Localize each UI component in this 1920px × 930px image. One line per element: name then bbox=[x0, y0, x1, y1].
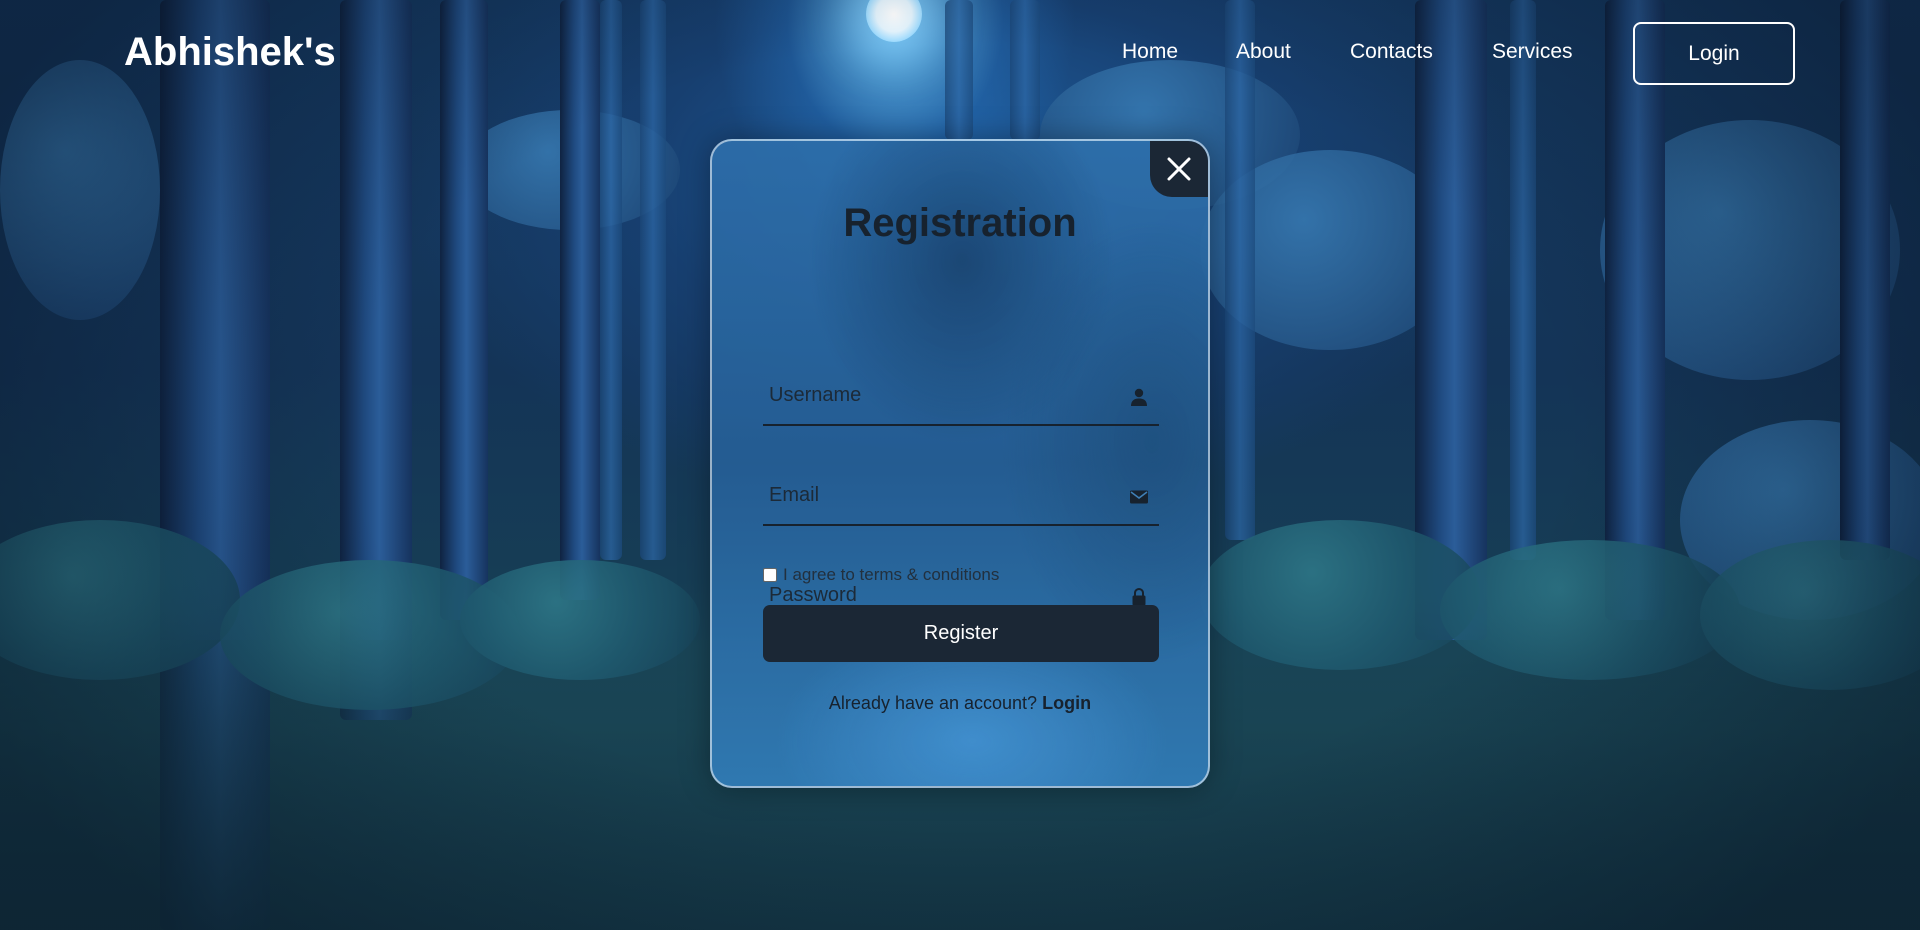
close-icon bbox=[1167, 157, 1191, 181]
person-icon bbox=[1131, 388, 1147, 406]
login-switch: Already have an account? Login bbox=[712, 693, 1208, 714]
login-link[interactable]: Login bbox=[1042, 693, 1091, 713]
mail-icon bbox=[1130, 490, 1148, 504]
nav-contacts[interactable]: Contacts bbox=[1350, 40, 1433, 64]
nav-services[interactable]: Services bbox=[1492, 40, 1573, 64]
terms-checkbox-row[interactable]: I agree to terms & conditions bbox=[763, 565, 999, 585]
nav-home[interactable]: Home bbox=[1122, 40, 1178, 64]
site-header: Abhishek's Home About Contacts Services … bbox=[0, 0, 1920, 105]
main-nav: Home About Contacts Services bbox=[0, 40, 1920, 70]
register-button[interactable]: Register bbox=[763, 605, 1159, 662]
header-login-button[interactable]: Login bbox=[1633, 22, 1795, 85]
email-input[interactable] bbox=[763, 466, 1113, 524]
username-input[interactable] bbox=[763, 366, 1113, 424]
email-field bbox=[763, 466, 1159, 526]
terms-checkbox[interactable] bbox=[763, 568, 777, 582]
terms-label: I agree to terms & conditions bbox=[783, 565, 1000, 584]
lock-icon bbox=[1132, 587, 1146, 606]
nav-about[interactable]: About bbox=[1236, 40, 1291, 64]
username-field bbox=[763, 366, 1159, 426]
modal-title: Registration bbox=[843, 201, 1077, 245]
registration-modal: Registration I agree to terms & conditio… bbox=[710, 139, 1210, 788]
close-button[interactable] bbox=[1150, 141, 1208, 197]
switch-prompt: Already have an account? bbox=[828, 693, 1038, 713]
